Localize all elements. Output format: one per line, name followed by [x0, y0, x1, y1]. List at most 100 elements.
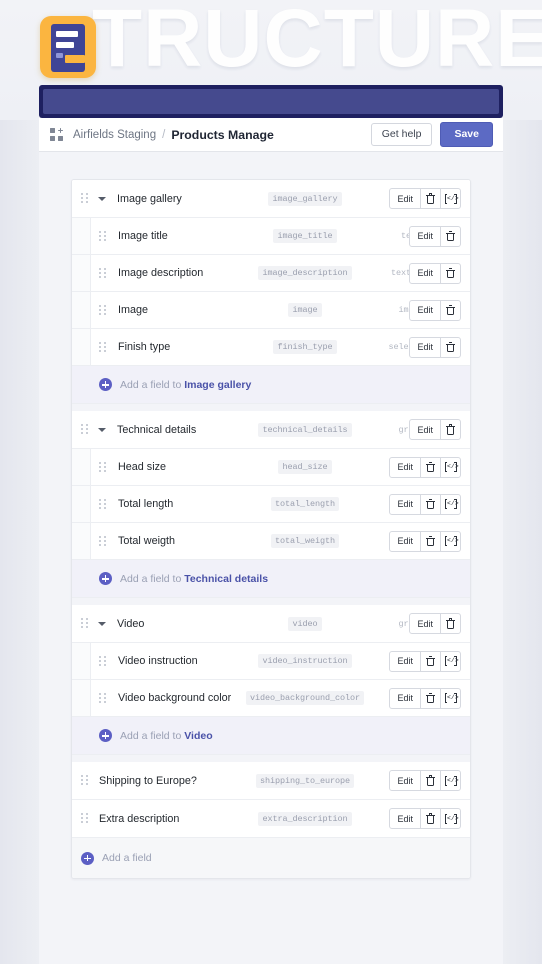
edit-button[interactable]: Edit [389, 188, 421, 209]
navy-accent-bar [39, 85, 503, 118]
code-button[interactable]: </> [440, 530, 461, 552]
drag-handle-icon[interactable] [81, 775, 88, 786]
code-button[interactable]: </> [440, 770, 461, 791]
delete-button[interactable] [420, 456, 441, 478]
field-label: Technical details [117, 423, 197, 436]
edit-button[interactable]: Edit [409, 262, 441, 284]
edit-button[interactable]: Edit [409, 225, 441, 247]
field-slug-cell: total_weigth [248, 534, 362, 548]
delete-button[interactable] [420, 530, 441, 552]
drag-handle-icon[interactable] [99, 267, 106, 279]
row-actions: Edit </> [389, 493, 461, 515]
trash-icon [446, 424, 455, 435]
edit-button[interactable]: Edit [389, 770, 421, 791]
row-actions: Edit [409, 613, 461, 634]
get-help-button[interactable]: Get help [370, 122, 433, 147]
field-slug: video_background_color [245, 691, 365, 705]
code-button[interactable]: </> [440, 687, 461, 709]
trash-icon [426, 692, 435, 704]
field-row: Head sizehead_sizenumberEdit</> [72, 449, 470, 486]
form-document-logo-icon [51, 24, 85, 72]
field-label: Image gallery [117, 192, 182, 205]
field-slug: image_description [258, 266, 352, 280]
app-window: Airfields Staging / Products Manage Get … [39, 118, 503, 964]
delete-button[interactable] [440, 299, 461, 321]
app-logo [40, 16, 96, 78]
code-button[interactable]: </> [440, 808, 461, 829]
code-button[interactable]: </> [440, 456, 461, 478]
drag-handle-icon[interactable] [81, 618, 88, 629]
navy-accent-bar-inner [43, 89, 499, 114]
chevron-down-icon[interactable] [98, 621, 106, 626]
field-slug-cell: video_instruction [248, 654, 362, 668]
delete-button[interactable] [440, 225, 461, 247]
trash-icon [426, 535, 435, 547]
delete-button[interactable] [420, 493, 441, 515]
field-slug-cell: image [248, 303, 362, 317]
chevron-down-icon[interactable] [98, 427, 106, 432]
grid-add-icon [50, 127, 65, 142]
code-button[interactable]: </> [440, 188, 461, 209]
row-actions: Edit </> [389, 650, 461, 672]
save-button[interactable]: Save [440, 121, 493, 148]
drag-handle-icon[interactable] [99, 692, 106, 704]
drag-handle-icon[interactable] [81, 424, 88, 435]
delete-button[interactable] [420, 808, 441, 829]
delete-button[interactable] [420, 650, 441, 672]
edit-button[interactable]: Edit [389, 687, 421, 709]
add-field-row-root[interactable]: Add a field [72, 838, 470, 878]
field-slug: total_length [270, 497, 339, 511]
edit-button[interactable]: Edit [389, 456, 421, 478]
row-actions: Edit [409, 336, 461, 358]
field-label: Video background color [118, 692, 232, 704]
add-field-row[interactable]: Add a field to Video [72, 717, 470, 755]
edit-button[interactable]: Edit [389, 493, 421, 515]
drag-handle-icon[interactable] [81, 813, 88, 824]
delete-button[interactable] [420, 687, 441, 709]
field-slug: extra_description [258, 811, 352, 826]
edit-button[interactable]: Edit [409, 613, 441, 634]
add-field-row[interactable]: Add a field to Image gallery [72, 366, 470, 404]
fields-list: Image galleryimage_galleryrepeaterEdit</… [72, 180, 470, 838]
field-label: Total weigth [118, 535, 176, 547]
delete-button[interactable] [420, 188, 441, 209]
edit-button[interactable]: Edit [409, 299, 441, 321]
drag-handle-icon[interactable] [99, 498, 106, 510]
edit-button[interactable]: Edit [389, 650, 421, 672]
field-group-row: Technical detailstechnical_detailsgroupE… [72, 411, 470, 449]
edit-button[interactable]: Edit [409, 336, 441, 358]
drag-handle-icon[interactable] [99, 230, 106, 242]
field-label: Head size [118, 461, 167, 473]
drag-handle-icon[interactable] [99, 461, 106, 473]
field-label: Finish type [118, 341, 171, 353]
delete-button[interactable] [440, 336, 461, 358]
field-label: Image title [118, 230, 168, 242]
field-slug-cell: finish_type [248, 340, 362, 354]
row-actions: Edit </> [389, 188, 461, 209]
breadcrumb-parent[interactable]: Airfields Staging [73, 129, 156, 141]
plus-icon [81, 851, 94, 865]
delete-button[interactable] [420, 770, 441, 791]
delete-button[interactable] [440, 613, 461, 634]
trash-icon [446, 304, 455, 316]
code-brackets-icon: </> [444, 462, 459, 472]
edit-button[interactable]: Edit [409, 419, 441, 440]
edit-button[interactable]: Edit [389, 530, 421, 552]
code-button[interactable]: </> [440, 650, 461, 672]
edit-button[interactable]: Edit [389, 808, 421, 829]
drag-handle-icon[interactable] [99, 341, 106, 353]
code-button[interactable]: </> [440, 493, 461, 515]
drag-handle-icon[interactable] [99, 655, 106, 667]
delete-button[interactable] [440, 419, 461, 440]
fields-card: Image galleryimage_galleryrepeaterEdit</… [71, 179, 471, 879]
add-field-row[interactable]: Add a field to Technical details [72, 560, 470, 598]
drag-handle-icon[interactable] [99, 304, 106, 316]
chevron-down-icon[interactable] [98, 196, 106, 201]
drag-handle-icon[interactable] [81, 193, 88, 204]
delete-button[interactable] [440, 262, 461, 284]
drag-handle-icon[interactable] [99, 535, 106, 547]
field-label: Image [118, 304, 149, 316]
trash-icon [426, 461, 435, 473]
section-gap [72, 755, 470, 762]
field-row: Total weigthtotal_weigthintegerEdit</> [72, 523, 470, 560]
